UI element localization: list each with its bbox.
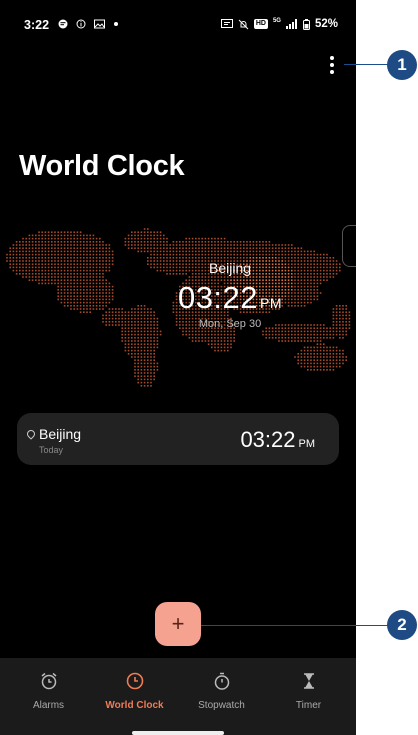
clock-card-beijing[interactable]: Beijing Today 03:22 PM	[17, 413, 339, 465]
map-date: Mon, Sep 30	[198, 318, 262, 330]
bottom-nav: Alarms World Clock Stopwatch Timer	[0, 658, 356, 735]
status-right: HD 5G 52%	[220, 18, 338, 30]
signal-icon	[285, 19, 297, 29]
network-type: 5G	[272, 18, 281, 24]
screencast-icon	[220, 19, 233, 28]
clock-card-ampm: PM	[298, 438, 316, 450]
nav-alarms-label: Alarms	[32, 700, 65, 711]
callout-line-1	[344, 64, 389, 65]
callout-2: 2	[387, 610, 417, 640]
callout-1: 1	[387, 50, 417, 80]
alarm-icon	[41, 672, 56, 690]
nav-stopwatch[interactable]: Stopwatch	[177, 670, 266, 711]
nav-world-clock-label: World Clock	[105, 700, 164, 711]
battery-level: 52%	[314, 18, 338, 30]
nav-world-clock[interactable]: World Clock	[90, 670, 179, 711]
location-pin-icon	[25, 428, 37, 440]
battery-icon	[302, 18, 310, 30]
stopwatch-icon	[214, 672, 229, 690]
map-time-value: 03:22	[177, 280, 259, 315]
status-bar: 3:22 HD 5G 52%	[0, 0, 356, 50]
side-panel-handle[interactable]	[342, 225, 356, 267]
more-options-button[interactable]	[320, 52, 344, 78]
message-icon	[58, 19, 68, 29]
status-time: 3:22	[24, 18, 50, 32]
map-time-ampm: PM	[260, 295, 283, 311]
map-time: 03:22 PM	[150, 280, 310, 316]
notification-icons	[58, 19, 119, 29]
hd-badge: HD	[253, 19, 268, 29]
hourglass-icon	[303, 673, 314, 689]
plus-icon: +	[171, 611, 185, 636]
nav-stopwatch-label: Stopwatch	[198, 700, 245, 711]
clock-card-time-value: 03:22	[240, 427, 296, 452]
clock-card-day: Today	[39, 445, 64, 455]
map-city-label: Beijing	[208, 260, 252, 276]
info-icon	[76, 19, 86, 29]
callout-line-2	[201, 625, 389, 626]
mute-icon	[238, 19, 249, 29]
nav-timer-label: Timer	[295, 700, 322, 711]
page-title: World Clock	[19, 150, 185, 182]
gallery-icon	[94, 19, 105, 29]
dot-icon	[114, 22, 118, 26]
clock-icon	[126, 672, 143, 690]
add-city-button[interactable]: +	[155, 602, 201, 646]
more-vertical-icon	[330, 56, 334, 60]
home-indicator	[132, 731, 224, 735]
clock-card-city: Beijing	[39, 426, 82, 442]
nav-alarms[interactable]: Alarms	[4, 670, 93, 711]
clock-card-time: 03:22 PM	[240, 427, 315, 453]
nav-timer[interactable]: Timer	[264, 670, 353, 711]
